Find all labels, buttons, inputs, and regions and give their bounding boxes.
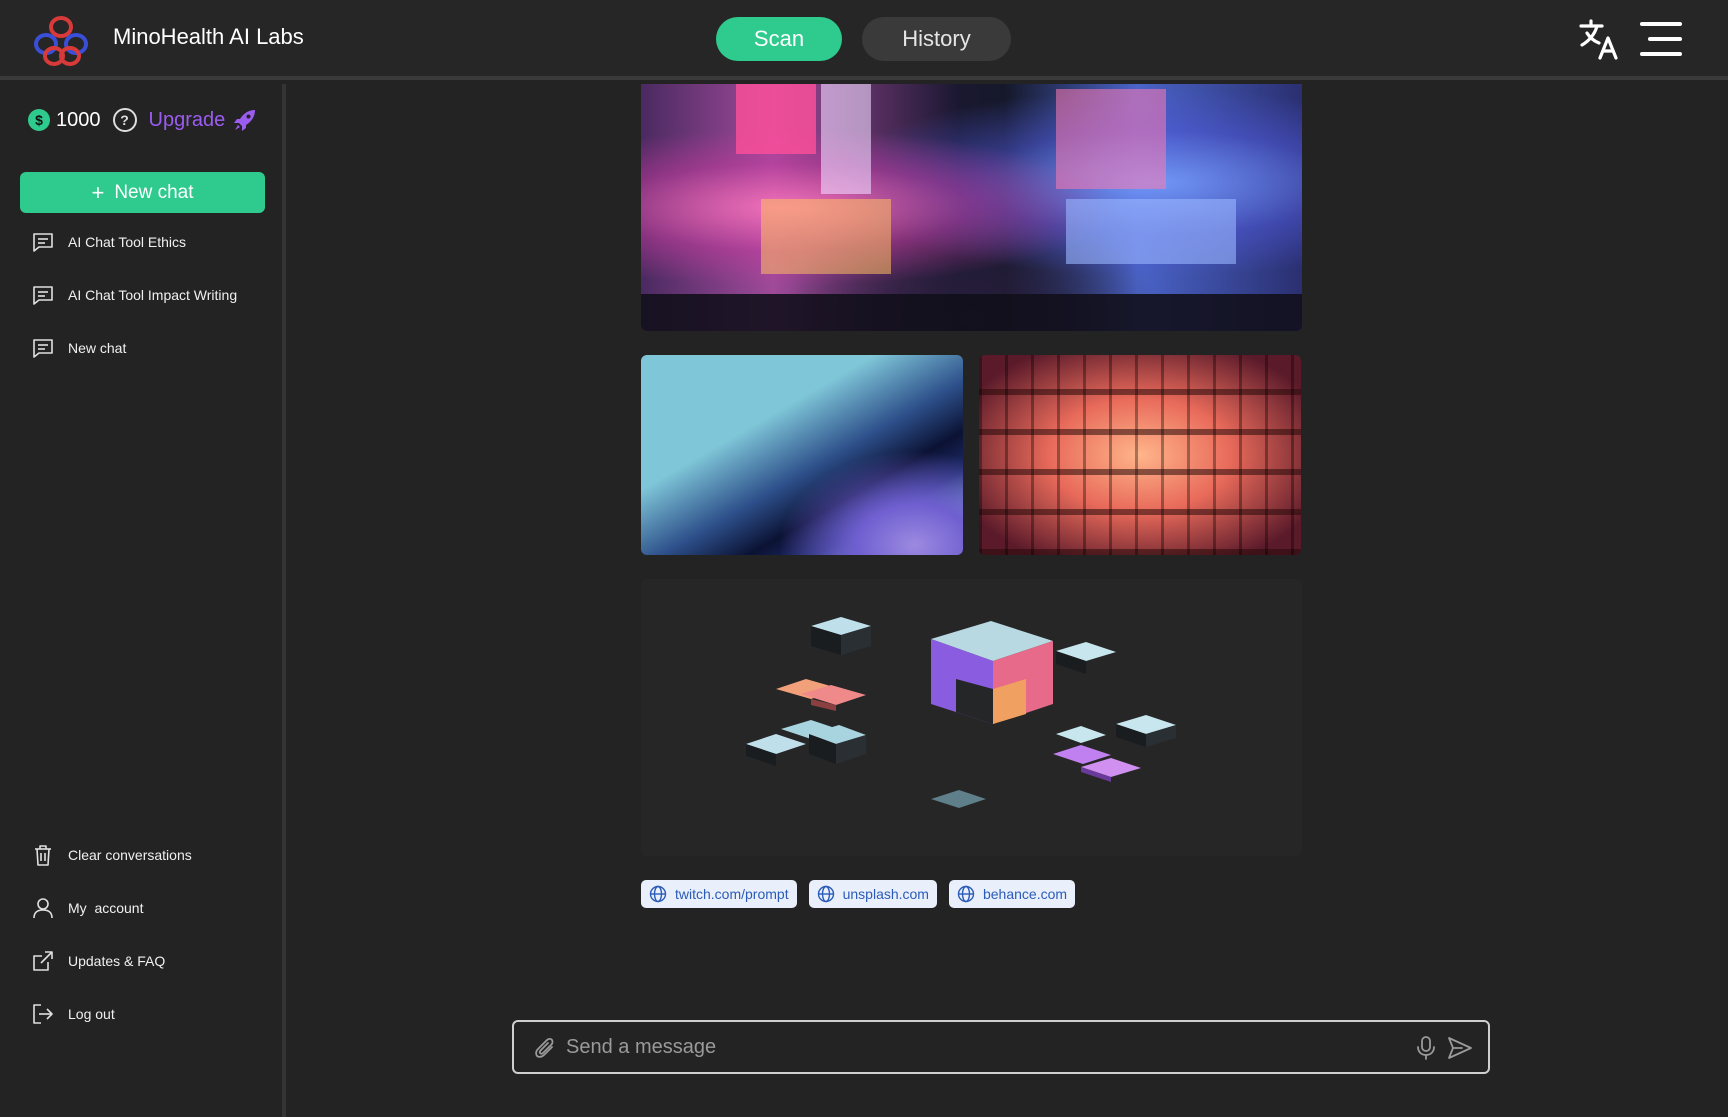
upgrade-link[interactable]: Upgrade [149,109,226,132]
chat-item-label: AI Chat Tool Ethics [68,234,187,250]
log-out-button[interactable]: Log out [32,1001,115,1027]
logout-icon [33,1004,53,1024]
my-account-label: My account [68,900,144,916]
help-icon[interactable]: ? [112,108,137,132]
clear-conversations-label: Clear conversations [68,847,192,863]
plus-icon: + [91,179,105,205]
message-composer [512,1020,1490,1074]
image-neon-city-street[interactable] [641,84,1302,331]
chat-item[interactable]: New chat [32,335,126,361]
source-chip[interactable]: twitch.com/prompt [641,880,797,908]
log-out-label: Log out [68,1006,115,1022]
chat-bubble-icon [33,233,53,252]
updates-faq-label: Updates & FAQ [68,953,166,969]
credit-count: 1000 [56,108,101,131]
trash-icon [35,845,51,866]
credits-row: $ 1000 ? Upgrade [28,106,257,134]
message-input[interactable] [566,1030,1366,1064]
globe-icon [817,885,834,903]
image-japanese-lanterns[interactable] [979,355,1301,555]
source-chip[interactable]: behance.com [948,880,1076,908]
external-link-icon [33,951,53,971]
menu-icon[interactable] [1638,20,1684,58]
source-links: twitch.com/prompt unsplash.com behance.c… [641,880,1076,908]
brand-name: MinoHealth AI Labs [113,24,304,49]
globe-icon [957,885,975,903]
clear-conversations-button[interactable]: Clear conversations [32,842,192,868]
image-isometric-cubes[interactable] [641,579,1302,856]
chat-item[interactable]: AI Chat Tool Ethics [32,229,186,255]
updates-faq-button[interactable]: Updates & FAQ [32,948,165,974]
source-label: behance.com [982,886,1068,902]
paperclip-icon[interactable] [534,1036,556,1060]
my-account-button[interactable]: My account [32,895,143,921]
globe-icon [649,885,667,903]
coin-icon: $ [28,109,50,131]
translate-icon[interactable] [1578,18,1622,62]
top-bar: MinoHealth AI Labs Scan History [0,0,1728,80]
isometric-cubes-art [746,617,1176,808]
user-icon [33,898,53,919]
chat-item-label: AI Chat Tool Impact Writing [68,287,238,303]
sidebar: $ 1000 ? Upgrade + New chat AI Chat Tool… [0,84,286,1117]
source-label: unsplash.com [842,886,929,902]
logo-icon[interactable] [34,14,88,66]
microphone-icon[interactable] [1414,1035,1438,1061]
chat-bubble-icon [33,286,53,305]
source-label: twitch.com/prompt [675,886,789,902]
chat-bubble-icon [33,339,53,358]
tab-history[interactable]: History [862,17,1011,61]
chat-item[interactable]: AI Chat Tool Impact Writing [32,282,237,308]
neon-city-signs [641,84,1302,331]
send-icon[interactable] [1446,1034,1474,1062]
new-chat-button[interactable]: + New chat [20,172,265,213]
rocket-icon[interactable] [233,108,257,132]
image-abstract-blue-wave[interactable] [641,355,963,555]
tab-scan[interactable]: Scan [716,17,842,61]
source-chip[interactable]: unsplash.com [808,880,937,908]
chat-item-label: New chat [68,340,127,356]
new-chat-label: New chat [114,181,194,203]
